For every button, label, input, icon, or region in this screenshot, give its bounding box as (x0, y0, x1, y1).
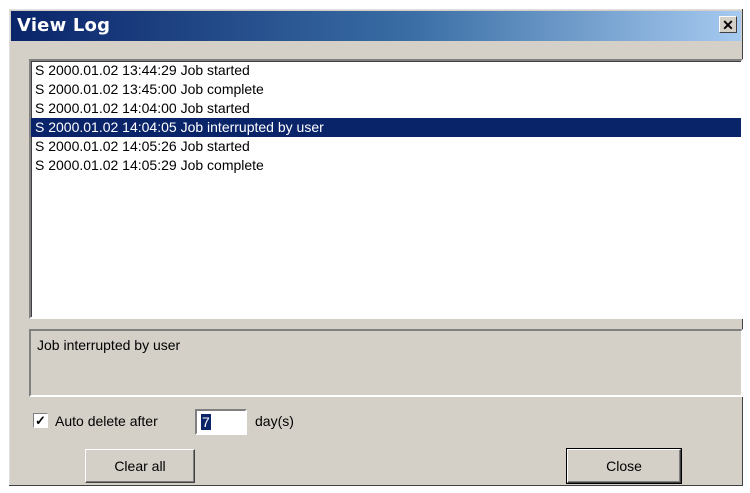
window-title: View Log (17, 15, 111, 36)
log-entry[interactable]: S 2000.01.02 14:05:29 Job complete (31, 156, 741, 175)
days-label: day(s) (255, 413, 294, 429)
auto-delete-label: Auto delete after (55, 413, 158, 429)
auto-delete-checkbox[interactable]: ✓ (33, 413, 48, 428)
title-bar[interactable]: View Log ✕ (11, 11, 741, 41)
days-value: 7 (201, 414, 211, 430)
days-input[interactable]: 7 (195, 409, 247, 435)
log-entry[interactable]: S 2000.01.02 14:04:00 Job started (31, 99, 741, 118)
log-entry-selected[interactable]: S 2000.01.02 14:04:05 Job interrupted by… (31, 118, 741, 137)
log-entry[interactable]: S 2000.01.02 13:45:00 Job complete (31, 80, 741, 99)
log-entry[interactable]: S 2000.01.02 14:05:26 Job started (31, 137, 741, 156)
log-listbox[interactable]: S 2000.01.02 13:44:29 Job started S 2000… (29, 59, 743, 319)
entry-detail-text: Job interrupted by user (29, 329, 743, 397)
close-icon[interactable]: ✕ (719, 16, 737, 33)
close-button[interactable]: Close (566, 448, 682, 484)
log-entry[interactable]: S 2000.01.02 13:44:29 Job started (31, 61, 741, 80)
view-log-dialog: View Log ✕ S 2000.01.02 13:44:29 Job sta… (8, 8, 744, 487)
clear-all-button[interactable]: Clear all (85, 449, 195, 483)
